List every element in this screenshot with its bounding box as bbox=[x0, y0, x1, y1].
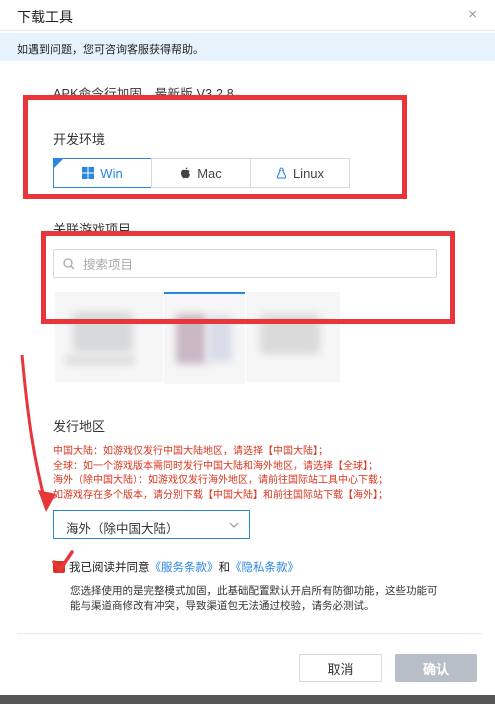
annotation-box-env bbox=[23, 95, 407, 199]
agree-text: 我已阅读并同意 bbox=[69, 562, 150, 574]
footer-divider bbox=[17, 633, 482, 634]
dialog-title: 下载工具 bbox=[17, 9, 73, 25]
region-line: 全球：如一个游戏版本需同时发行中国大陆和海外地区，请选择【全球】； bbox=[53, 460, 378, 472]
region-label: 发行地区 bbox=[53, 419, 106, 434]
dialog-header: 下载工具 × bbox=[0, 0, 495, 31]
bottom-bar bbox=[0, 695, 495, 704]
agree-checkbox[interactable] bbox=[53, 561, 65, 573]
help-notice: 如遇到问题，您可咨询客服获得帮助。 bbox=[0, 33, 495, 61]
annotation-box-projects bbox=[41, 231, 455, 324]
project-name-blurred bbox=[65, 354, 135, 366]
mode-note: 您选择使用的是完整模式加固，此基础配置默认开启所有防御功能，这些功能可能与渠道商… bbox=[70, 585, 438, 612]
region-description: 中国大陆：如游戏仅发行中国大陆地区，请选择【中国大陆】； 全球：如一个游戏版本需… bbox=[53, 445, 388, 503]
cancel-button[interactable]: 取消 bbox=[299, 654, 382, 682]
service-terms-link[interactable]: 《服务条款》 bbox=[150, 559, 219, 575]
region-line: 海外（除中国大陆）：如游戏仅发行海外地区，请前往国际站工具中心下载； bbox=[53, 475, 388, 486]
agreement-row: 我已阅读并同意 《服务条款》 和 《隐私条款》 bbox=[53, 559, 299, 575]
region-select[interactable]: 海外（除中国大陆） bbox=[53, 510, 250, 539]
region-line: 如游戏存在多个版本，请分别下载【中国大陆】和前往国际站下载【海外】； bbox=[53, 489, 388, 501]
help-notice-text: 如遇到问题，您可咨询客服获得帮助。 bbox=[17, 44, 204, 56]
region-line: 中国大陆：如游戏仅发行中国大陆地区，请选择【中国大陆】； bbox=[53, 446, 328, 457]
privacy-terms-link[interactable]: 《隐私条款》 bbox=[230, 559, 299, 575]
confirm-button[interactable]: 确认 bbox=[395, 654, 477, 682]
agree-and: 和 bbox=[218, 562, 231, 574]
close-icon[interactable]: × bbox=[468, 6, 477, 23]
chevron-down-icon bbox=[229, 522, 239, 528]
region-select-value: 海外（除中国大陆） bbox=[66, 522, 179, 536]
